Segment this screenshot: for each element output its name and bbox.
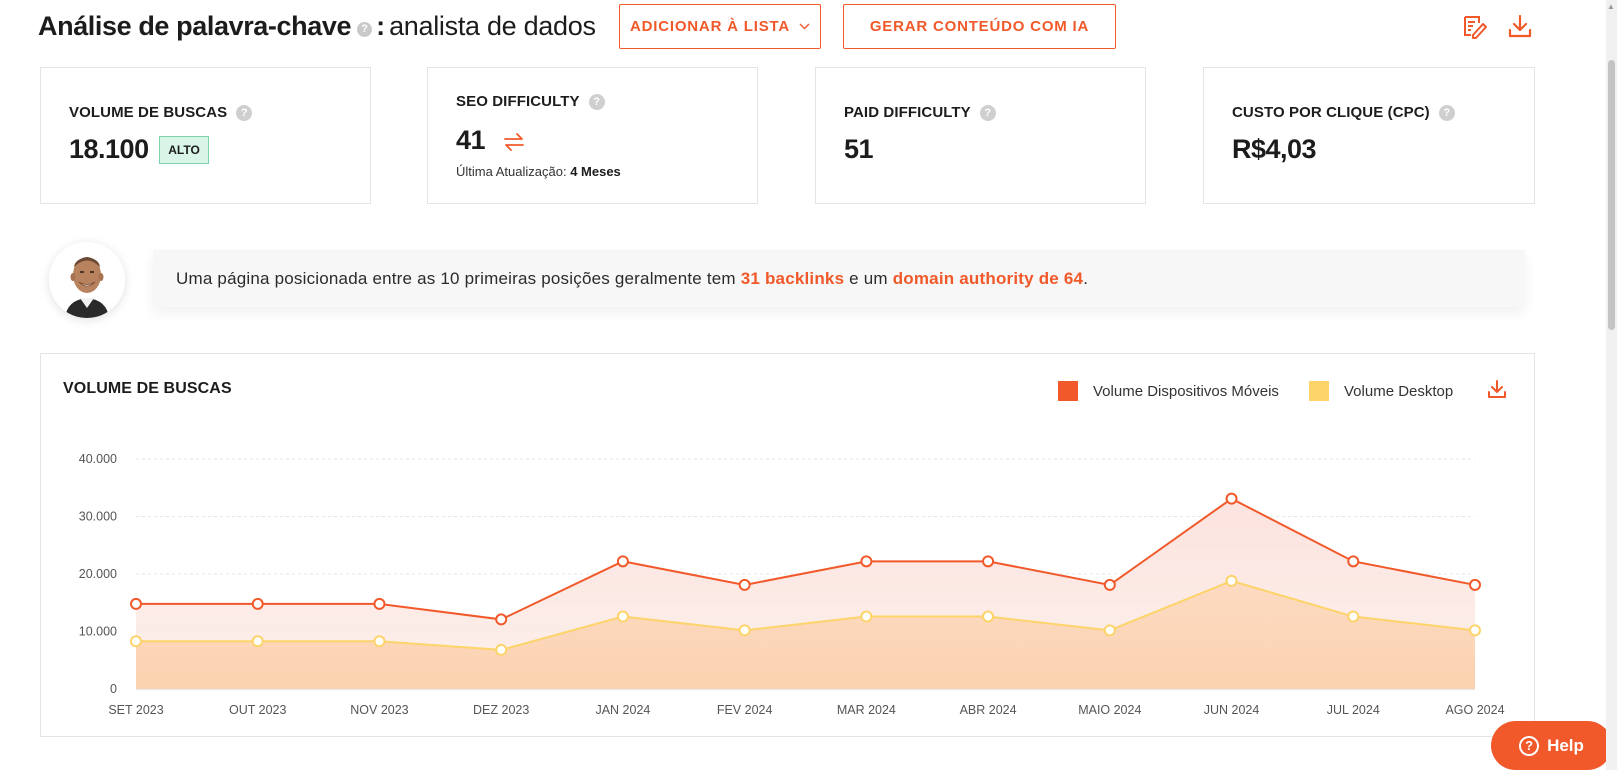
edit-report-icon[interactable] xyxy=(1462,13,1488,39)
legend-item-mobile[interactable]: Volume Dispositivos Móveis xyxy=(1058,380,1279,402)
chart-download-icon[interactable] xyxy=(1486,378,1508,400)
legend-swatch-desktop xyxy=(1309,381,1329,401)
question-icon: ? xyxy=(1519,735,1540,756)
paid-difficulty-card: PAID DIFFICULTY ? 51 xyxy=(815,67,1146,204)
cpc-card: CUSTO POR CLIQUE (CPC) ? R$4,03 xyxy=(1203,67,1535,204)
chevron-down-icon xyxy=(799,19,810,33)
backlinks-highlight: 31 backlinks xyxy=(740,268,845,288)
search-volume-card: VOLUME DE BUSCAS ? 18.100 ALTO xyxy=(40,67,371,204)
help-button-label: Help xyxy=(1547,735,1584,755)
scrollbar-thumb[interactable] xyxy=(1608,60,1615,330)
legend-swatch-mobile xyxy=(1058,381,1078,401)
refresh-icon[interactable] xyxy=(502,130,526,154)
seo-difficulty-label: SEO DIFFICULTY xyxy=(456,93,580,110)
help-button[interactable]: ? Help xyxy=(1491,721,1612,770)
legend-label-mobile: Volume Dispositivos Móveis xyxy=(1093,382,1279,400)
search-volume-label-row: VOLUME DE BUSCAS ? xyxy=(69,104,256,121)
banner-text-middle: e um xyxy=(844,268,893,288)
help-icon[interactable]: ? xyxy=(588,93,605,110)
title-colon: : xyxy=(376,10,386,41)
cpc-label-row: CUSTO POR CLIQUE (CPC) ? xyxy=(1232,104,1459,121)
last-update-label: Última Atualização: xyxy=(456,164,567,179)
legend-label-desktop: Volume Desktop xyxy=(1344,382,1454,400)
help-icon[interactable]: ? xyxy=(979,104,996,121)
volume-level-badge: ALTO xyxy=(159,136,209,164)
page-title: Análise de palavra-chave ? : analista de… xyxy=(38,8,596,44)
generate-ai-content-label: GERAR CONTEÚDO COM IA xyxy=(869,18,1090,35)
chart-title: VOLUME DE BUSCAS xyxy=(63,380,232,397)
avatar xyxy=(49,242,125,318)
help-icon[interactable]: ? xyxy=(357,21,373,37)
keyword-text: analista de dados xyxy=(389,10,596,41)
cpc-label: CUSTO POR CLIQUE (CPC) xyxy=(1232,104,1430,121)
seo-difficulty-card: SEO DIFFICULTY ? 41 Última Atualização: … xyxy=(427,67,758,204)
paid-difficulty-value: 51 xyxy=(844,134,874,164)
help-icon[interactable]: ? xyxy=(1438,104,1455,121)
paid-difficulty-label: PAID DIFFICULTY xyxy=(844,104,971,121)
help-icon[interactable]: ? xyxy=(236,104,253,121)
banner-text-before: Uma página posicionada entre as 10 prime… xyxy=(176,268,741,288)
page-title-text: Análise de palavra-chave xyxy=(38,10,352,41)
cpc-value: R$4,03 xyxy=(1232,134,1317,164)
scroll-up-arrow-icon[interactable]: ▲ xyxy=(1607,2,1615,11)
search-volume-value: 18.100 xyxy=(69,134,149,164)
seo-difficulty-value: 41 xyxy=(456,125,486,155)
search-volume-chart-card xyxy=(40,353,1535,737)
legend-item-desktop[interactable]: Volume Desktop xyxy=(1309,380,1453,402)
banner-text-after: . xyxy=(1083,268,1089,288)
last-update-text: Última Atualização: 4 Meses xyxy=(456,164,621,179)
download-icon[interactable] xyxy=(1507,13,1533,39)
paid-difficulty-label-row: PAID DIFFICULTY ? xyxy=(844,104,1000,121)
info-banner: Uma página posicionada entre as 10 prime… xyxy=(153,250,1525,307)
add-to-list-button[interactable]: ADICIONAR À LISTA xyxy=(619,4,821,49)
last-update-value: 4 Meses xyxy=(570,164,621,179)
generate-ai-content-button[interactable]: GERAR CONTEÚDO COM IA xyxy=(843,4,1116,49)
seo-difficulty-label-row: SEO DIFFICULTY ? xyxy=(456,93,609,110)
authority-highlight: domain authority de 64 xyxy=(892,268,1084,288)
search-volume-label: VOLUME DE BUSCAS xyxy=(69,104,228,121)
add-to-list-label: ADICIONAR À LISTA xyxy=(630,18,790,35)
